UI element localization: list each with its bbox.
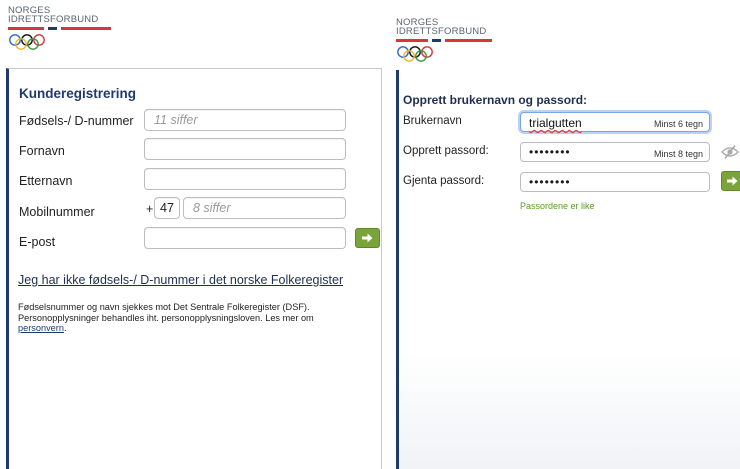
username-label: Brukernavn	[403, 115, 462, 127]
mobile-placeholder: 8 siffer	[193, 201, 231, 215]
no-birth-number-link[interactable]: Jeg har ikke fødsels-/ D-nummer i det no…	[18, 273, 343, 287]
last-name-input[interactable]	[144, 168, 346, 190]
username-value: trialgutten	[529, 116, 582, 130]
account-panel: Opprett brukernavn og passord: Brukernav…	[396, 70, 740, 469]
info-line-2: Personopplysninger behandles iht. person…	[18, 312, 314, 323]
privacy-link[interactable]: personvern	[18, 323, 64, 333]
username-input[interactable]: trialgutten Minst 6 tegn	[520, 112, 710, 132]
country-code-input[interactable]: 47	[154, 197, 180, 219]
nif-logo-left: NORGES IDRETTSFORBUND	[8, 6, 111, 55]
info-line-1: Fødselsnummer og navn sjekkes mot Det Se…	[18, 302, 310, 312]
password-input[interactable]: •••••••• Minst 8 tegn	[520, 142, 710, 162]
password-match-message: Passordene er like	[520, 201, 595, 211]
password-value: ••••••••	[529, 145, 571, 159]
repeat-password-value: ••••••••	[529, 175, 571, 189]
registration-title: Kunderegistrering	[19, 86, 137, 101]
mobile-number-input[interactable]: 8 siffer	[183, 197, 346, 219]
olympic-rings-icon	[397, 46, 433, 62]
nif-logo-right: NORGES IDRETTSFORBUND	[396, 18, 492, 67]
country-code-value: 47	[160, 201, 174, 215]
mobile-label: Mobilnummer	[19, 205, 95, 219]
password-hint: Minst 8 tegn	[653, 149, 703, 159]
birth-number-input[interactable]: 11 siffer	[144, 109, 346, 131]
first-name-input[interactable]	[144, 138, 346, 160]
logo-line2: IDRETTSFORBUND	[396, 26, 487, 37]
submit-registration-button[interactable]	[355, 228, 380, 248]
dsf-info-text: Fødselsnummer og navn sjekkes mot Det Se…	[18, 302, 378, 334]
username-hint: Minst 6 tegn	[653, 119, 703, 129]
logo-flag-stripe	[8, 27, 111, 31]
last-name-label: Etternavn	[19, 174, 73, 188]
password-label: Opprett passord:	[403, 145, 489, 157]
birth-number-label: Fødsels-/ D-nummer	[19, 114, 134, 128]
registration-panel: Kunderegistrering Fødsels-/ D-nummer 11 …	[6, 68, 382, 469]
email-label: E-post	[19, 235, 56, 249]
account-title: Opprett brukernavn og passord:	[403, 93, 588, 107]
logo-flag-stripe	[396, 39, 492, 43]
logo-line2: IDRETTSFORBUND	[8, 14, 99, 25]
first-name-label: Fornavn	[19, 144, 65, 158]
email-input[interactable]	[144, 227, 346, 249]
arrow-right-icon	[726, 176, 737, 186]
olympic-rings-icon	[9, 34, 45, 50]
eye-off-icon[interactable]	[721, 145, 739, 159]
info-end: .	[63, 323, 67, 333]
repeat-password-label: Gjenta passord:	[403, 175, 485, 187]
submit-account-button[interactable]	[721, 171, 740, 191]
repeat-password-input[interactable]: ••••••••	[520, 172, 710, 192]
arrow-right-icon	[362, 233, 373, 243]
country-code-plus: +	[146, 202, 154, 216]
birth-number-placeholder: 11 siffer	[154, 113, 198, 127]
